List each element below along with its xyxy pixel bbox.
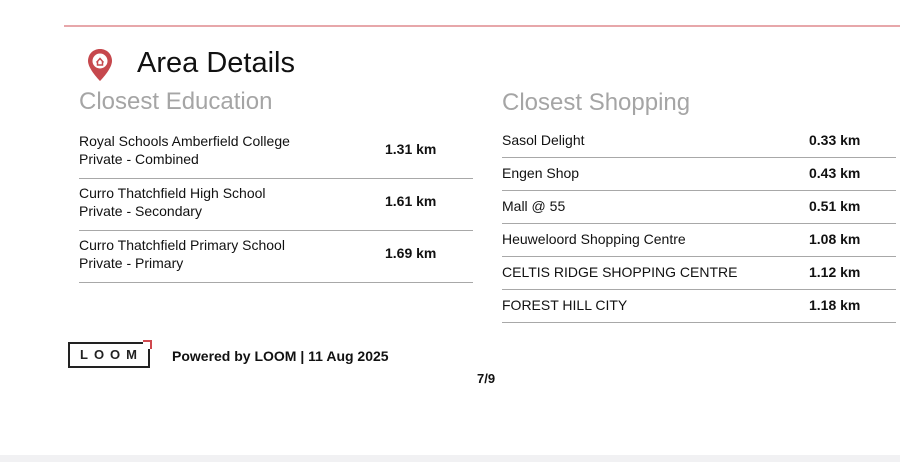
shop-distance: 0.51 km — [809, 198, 861, 214]
school-name: Curro Thatchfield Primary School — [79, 237, 285, 253]
shopping-row: Engen Shop 0.43 km — [502, 158, 896, 191]
shopping-heading: Closest Shopping — [502, 89, 691, 116]
shop-distance: 0.33 km — [809, 132, 861, 148]
shopping-row: CELTIS RIDGE SHOPPING CENTRE 1.12 km — [502, 257, 896, 290]
location-pin-icon — [88, 49, 112, 81]
school-distance: 1.69 km — [385, 245, 437, 261]
loom-logo: LOOM — [68, 342, 150, 368]
school-info: Curro Thatchfield High School Private - … — [79, 184, 266, 220]
shop-name: Heuweloord Shopping Centre — [502, 231, 686, 247]
report-page: Area Details Closest Education Closest S… — [0, 0, 900, 455]
shopping-row: Mall @ 55 0.51 km — [502, 191, 896, 224]
shop-name: Sasol Delight — [502, 132, 585, 148]
school-type: Private - Primary — [79, 255, 184, 271]
education-row: Curro Thatchfield Primary School Private… — [79, 232, 473, 283]
school-name: Royal Schools Amberfield College — [79, 133, 290, 149]
powered-by-text: Powered by LOOM | 11 Aug 2025 — [172, 348, 389, 364]
shop-distance: 1.18 km — [809, 297, 861, 313]
page-number: 7/9 — [477, 371, 496, 386]
school-distance: 1.61 km — [385, 193, 437, 209]
school-info: Curro Thatchfield Primary School Private… — [79, 236, 285, 272]
shop-distance: 1.08 km — [809, 231, 861, 247]
shop-distance: 1.12 km — [809, 264, 861, 280]
shopping-row: Sasol Delight 0.33 km — [502, 125, 896, 158]
education-row: Curro Thatchfield High School Private - … — [79, 180, 473, 231]
shop-name: Engen Shop — [502, 165, 580, 181]
shop-name: CELTIS RIDGE SHOPPING CENTRE — [502, 264, 738, 280]
school-info: Royal Schools Amberfield College Private… — [79, 132, 290, 168]
page-title: Area Details — [137, 47, 295, 79]
school-name: Curro Thatchfield High School — [79, 185, 266, 201]
school-distance: 1.31 km — [385, 141, 437, 157]
school-type: Private - Combined — [79, 151, 199, 167]
shop-name: Mall @ 55 — [502, 198, 566, 214]
shopping-row: FOREST HILL CITY 1.18 km — [502, 290, 896, 323]
education-list: Royal Schools Amberfield College Private… — [79, 128, 473, 284]
school-type: Private - Secondary — [79, 203, 202, 219]
education-heading: Closest Education — [79, 88, 273, 115]
shop-name: FOREST HILL CITY — [502, 297, 628, 313]
header-divider — [64, 25, 900, 27]
shopping-row: Heuweloord Shopping Centre 1.08 km — [502, 224, 896, 257]
shopping-list: Sasol Delight 0.33 km Engen Shop 0.43 km… — [502, 125, 896, 323]
shop-distance: 0.43 km — [809, 165, 861, 181]
logo-accent — [143, 340, 152, 349]
education-row: Royal Schools Amberfield College Private… — [79, 128, 473, 179]
